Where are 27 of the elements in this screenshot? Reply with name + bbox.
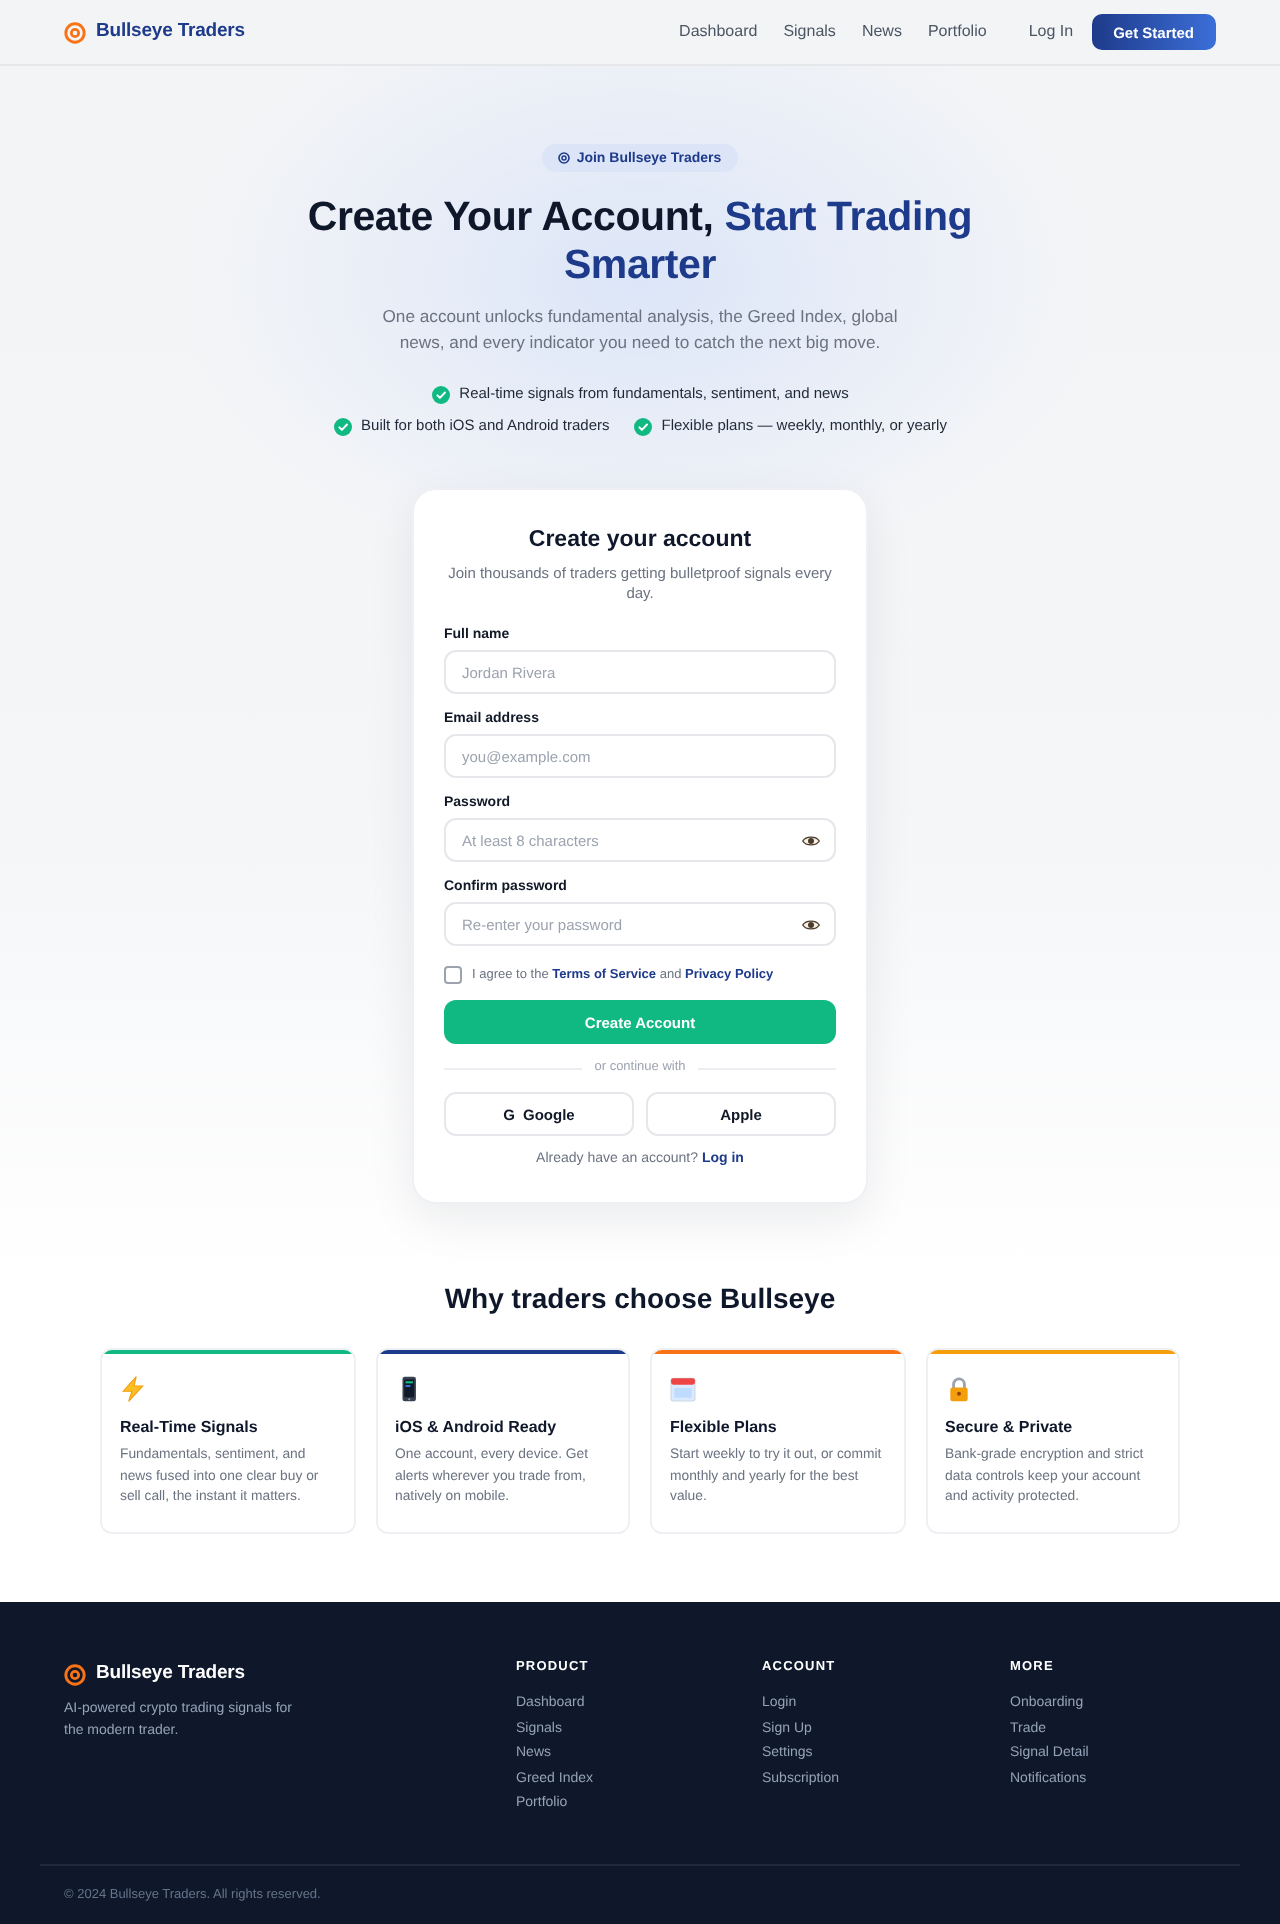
padlock-icon <box>945 1376 971 1402</box>
section-title: Why traders choose Bullseye <box>444 1280 836 1316</box>
calendar-icon <box>670 1376 696 1402</box>
check-icon <box>431 385 450 403</box>
nav-link[interactable]: Dashboard <box>679 22 758 42</box>
feature-title: iOS & Android Ready <box>395 1416 557 1440</box>
check-icon <box>633 417 652 435</box>
target-logo-icon <box>64 21 86 43</box>
feature-title: Real-Time Signals <box>120 1416 258 1440</box>
lightning-bolt-icon <box>120 1376 146 1402</box>
nav-link[interactable]: News <box>861 22 902 42</box>
header-log-in-link[interactable]: Log In <box>1028 22 1074 42</box>
eye-icon[interactable] <box>802 833 820 847</box>
eye-icon[interactable] <box>802 917 820 931</box>
hero-title: Create Your Account, Start Trading Smarter <box>305 194 975 290</box>
feature-title: Secure & Private <box>945 1416 1073 1440</box>
hero-subtitle: One account unlocks fundamental analysis, the Greed Index, global news, and every indicator you need to catch the next big move. <box>380 304 900 356</box>
check-icon <box>333 417 352 435</box>
card-title: Create your account <box>526 526 754 556</box>
feature-title: Flexible Plans <box>670 1416 777 1440</box>
nav-link[interactable]: Signals <box>783 22 836 42</box>
target-logo-icon <box>64 1663 86 1685</box>
brand-name: Bullseye Traders <box>96 18 245 46</box>
terms-checkbox[interactable] <box>444 966 462 984</box>
footer-brand-name: Bullseye Traders <box>96 1660 245 1688</box>
nav-link[interactable]: Portfolio <box>927 22 987 42</box>
target-icon <box>558 152 571 164</box>
